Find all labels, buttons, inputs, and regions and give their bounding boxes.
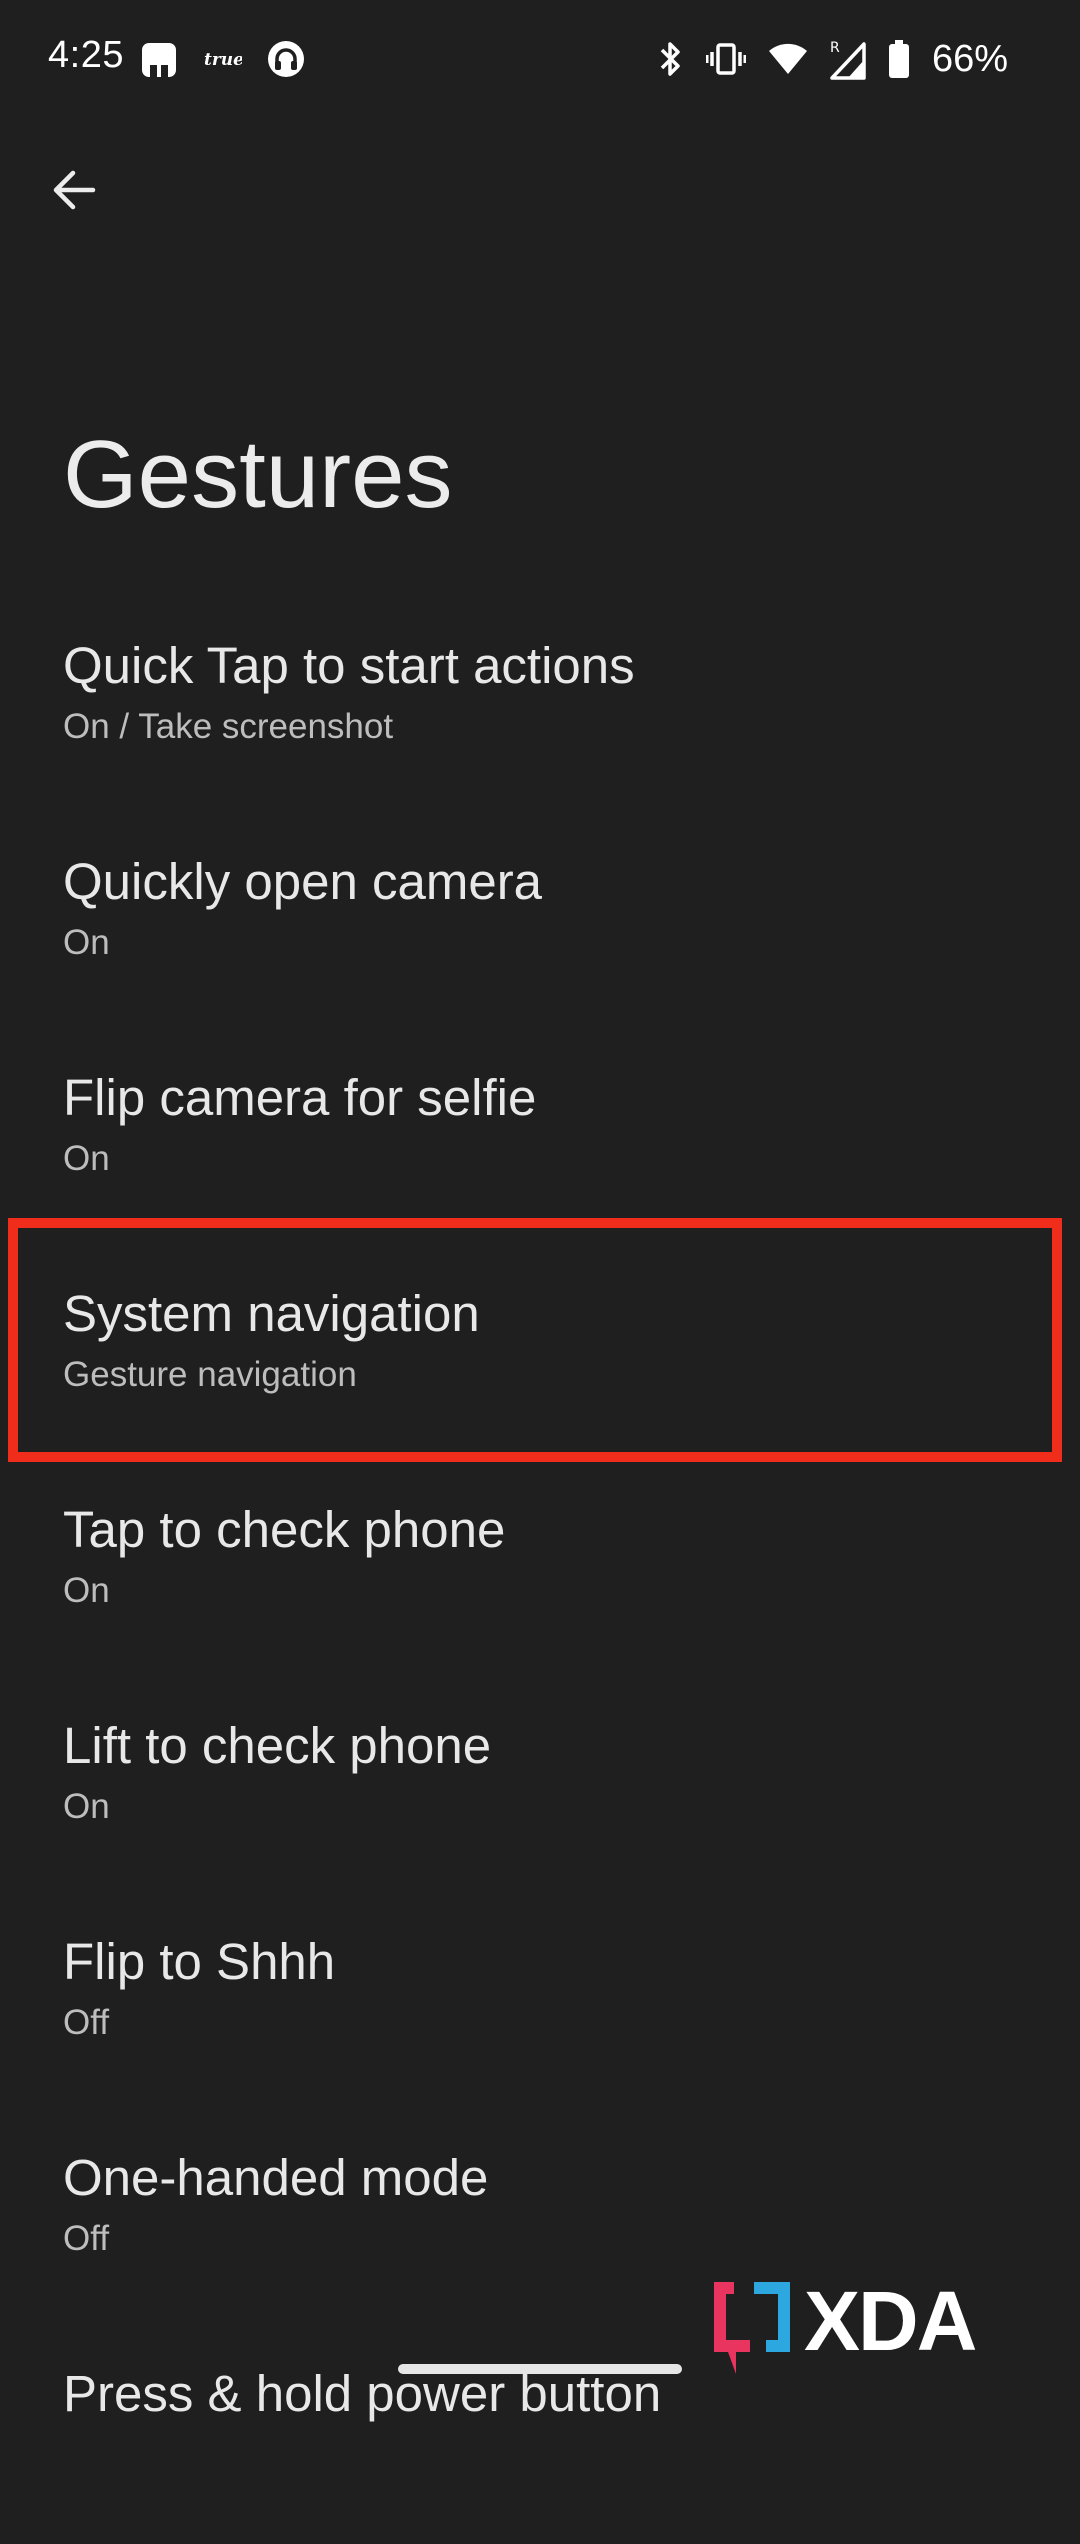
setting-title: Quick Tap to start actions [63, 637, 635, 694]
setting-flip-camera-for-selfie[interactable]: Flip camera for selfie On [0, 1032, 1080, 1248]
setting-title: System navigation [63, 1285, 480, 1342]
xda-watermark-logo: XDA [714, 2274, 978, 2374]
setting-summary: Gesture navigation [63, 1355, 357, 1394]
status-right-icons: R 66% [656, 34, 1008, 84]
arrow-back-icon [53, 170, 96, 210]
setting-summary: On [63, 1787, 110, 1826]
page-title: Gestures [63, 421, 453, 528]
setting-title: One-handed mode [63, 2149, 489, 2206]
gesture-nav-handle[interactable] [398, 2364, 682, 2374]
app-notification-icon [142, 43, 176, 77]
setting-title: Lift to check phone [63, 1717, 492, 1774]
setting-system-navigation[interactable]: System navigation Gesture navigation [0, 1248, 1080, 1464]
setting-quick-tap[interactable]: Quick Tap to start actions On / Take scr… [0, 600, 1080, 816]
setting-summary: On [63, 1571, 110, 1610]
bluetooth-icon [660, 42, 680, 76]
vibrate-icon [705, 43, 746, 75]
setting-title: Flip to Shhh [63, 1933, 336, 1990]
battery-icon [888, 40, 909, 78]
setting-summary: On [63, 923, 110, 962]
true-app-icon: true [204, 50, 242, 70]
wifi-icon [768, 43, 807, 74]
setting-flip-to-shhh[interactable]: Flip to Shhh Off [0, 1896, 1080, 2112]
battery-percent: 66% [931, 37, 1008, 80]
setting-title: Tap to check phone [63, 1501, 506, 1558]
signal-roaming-icon: R [830, 40, 866, 80]
back-button[interactable] [40, 156, 108, 224]
setting-summary: On / Take screenshot [63, 707, 394, 746]
setting-summary: Off [63, 2219, 110, 2258]
setting-quickly-open-camera[interactable]: Quickly open camera On [0, 816, 1080, 1032]
setting-lift-to-check-phone[interactable]: Lift to check phone On [0, 1680, 1080, 1896]
status-time: 4:25 [48, 34, 124, 76]
setting-title: Flip camera for selfie [63, 1069, 537, 1126]
setting-title: Quickly open camera [63, 853, 543, 910]
headset-icon [268, 41, 304, 77]
settings-list: Quick Tap to start actions On / Take scr… [0, 600, 1080, 2544]
setting-summary: Off [63, 2003, 110, 2042]
setting-summary: On [63, 1139, 110, 1178]
status-bar: 4:25 true R 66% [0, 0, 1080, 120]
svg-text:XDA: XDA [804, 2274, 976, 2368]
setting-tap-to-check-phone[interactable]: Tap to check phone On [0, 1464, 1080, 1680]
svg-text:true: true [204, 50, 242, 70]
svg-text:R: R [830, 40, 840, 56]
notification-icons: true [140, 38, 306, 80]
